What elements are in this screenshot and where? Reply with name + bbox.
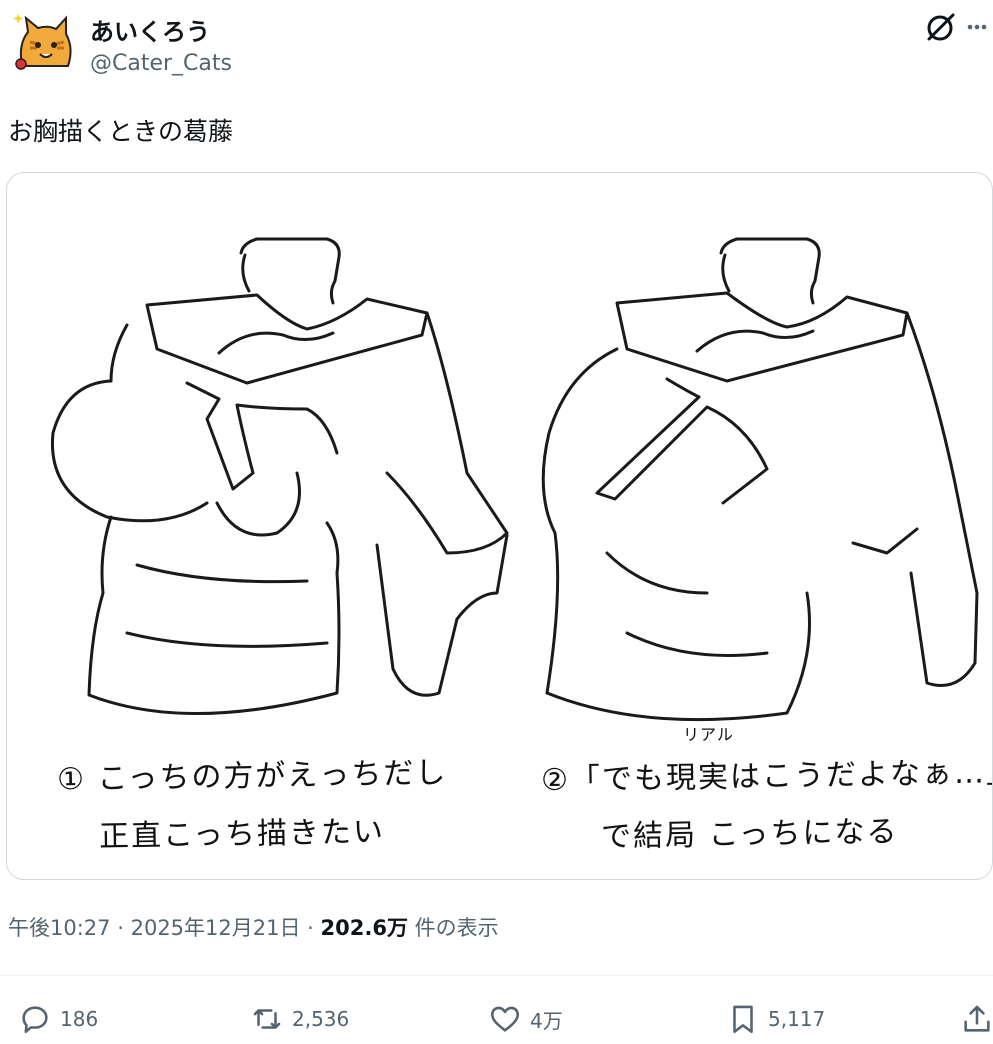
views-label: 件の表示 (414, 916, 499, 940)
more-dots-icon[interactable] (964, 14, 990, 40)
repost-count: 2,536 (292, 1007, 350, 1031)
caption-left-line2: 正直こっち描きたい (98, 814, 386, 855)
share-button[interactable] (960, 994, 993, 1044)
like-count: 4万 (530, 1008, 563, 1033)
repost-button[interactable]: 2,536 (250, 994, 349, 1044)
post-meta: 午後10:27 · 2025年12月21日 · 202.6万 件の表示 (8, 912, 499, 942)
post-date[interactable]: 2025年12月21日 (131, 916, 301, 940)
post-time[interactable]: 午後10:27 (8, 916, 111, 940)
grok-icon[interactable] (924, 12, 956, 44)
share-icon (964, 1005, 990, 1032)
reply-button[interactable]: 186 (18, 994, 98, 1044)
action-bar: 186 2,536 4万 5,117 (0, 994, 993, 1044)
bookmark-count: 5,117 (768, 1007, 826, 1031)
caption-right-line2: で結局 こっちになる (600, 814, 899, 855)
heart-icon (490, 1006, 520, 1032)
post-header: あいくろう @Cater_Cats (0, 0, 993, 90)
author-display-name[interactable]: あいくろう (90, 12, 210, 47)
author-handle[interactable]: @Cater_Cats (90, 51, 232, 76)
meta-separator: · (307, 916, 314, 940)
like-button[interactable]: 4万 (488, 994, 563, 1044)
caption-right-ruby: リアル (683, 725, 734, 744)
post-image[interactable]: ① こっちの方がえっちだし 正直こっち描きたい リアル ②「でも現実はこうだよな… (6, 172, 993, 880)
bookmark-icon (733, 1005, 753, 1034)
caption-right-line1: ②「でも現実はこうだよなぁ…」 (540, 754, 993, 799)
reply-count: 186 (60, 1007, 99, 1031)
views-count: 202.6万 (320, 916, 408, 940)
repost-icon (253, 1009, 281, 1029)
divider (0, 975, 993, 976)
bookmark-button[interactable]: 5,117 (726, 994, 825, 1044)
caption-left-line1: ① こっちの方がえっちだし (56, 755, 448, 798)
reply-icon (22, 1006, 48, 1034)
post-text: お胸描くときの葛藤 (8, 117, 234, 146)
cat-avatar-icon[interactable] (8, 8, 78, 78)
meta-separator: · (117, 916, 124, 940)
